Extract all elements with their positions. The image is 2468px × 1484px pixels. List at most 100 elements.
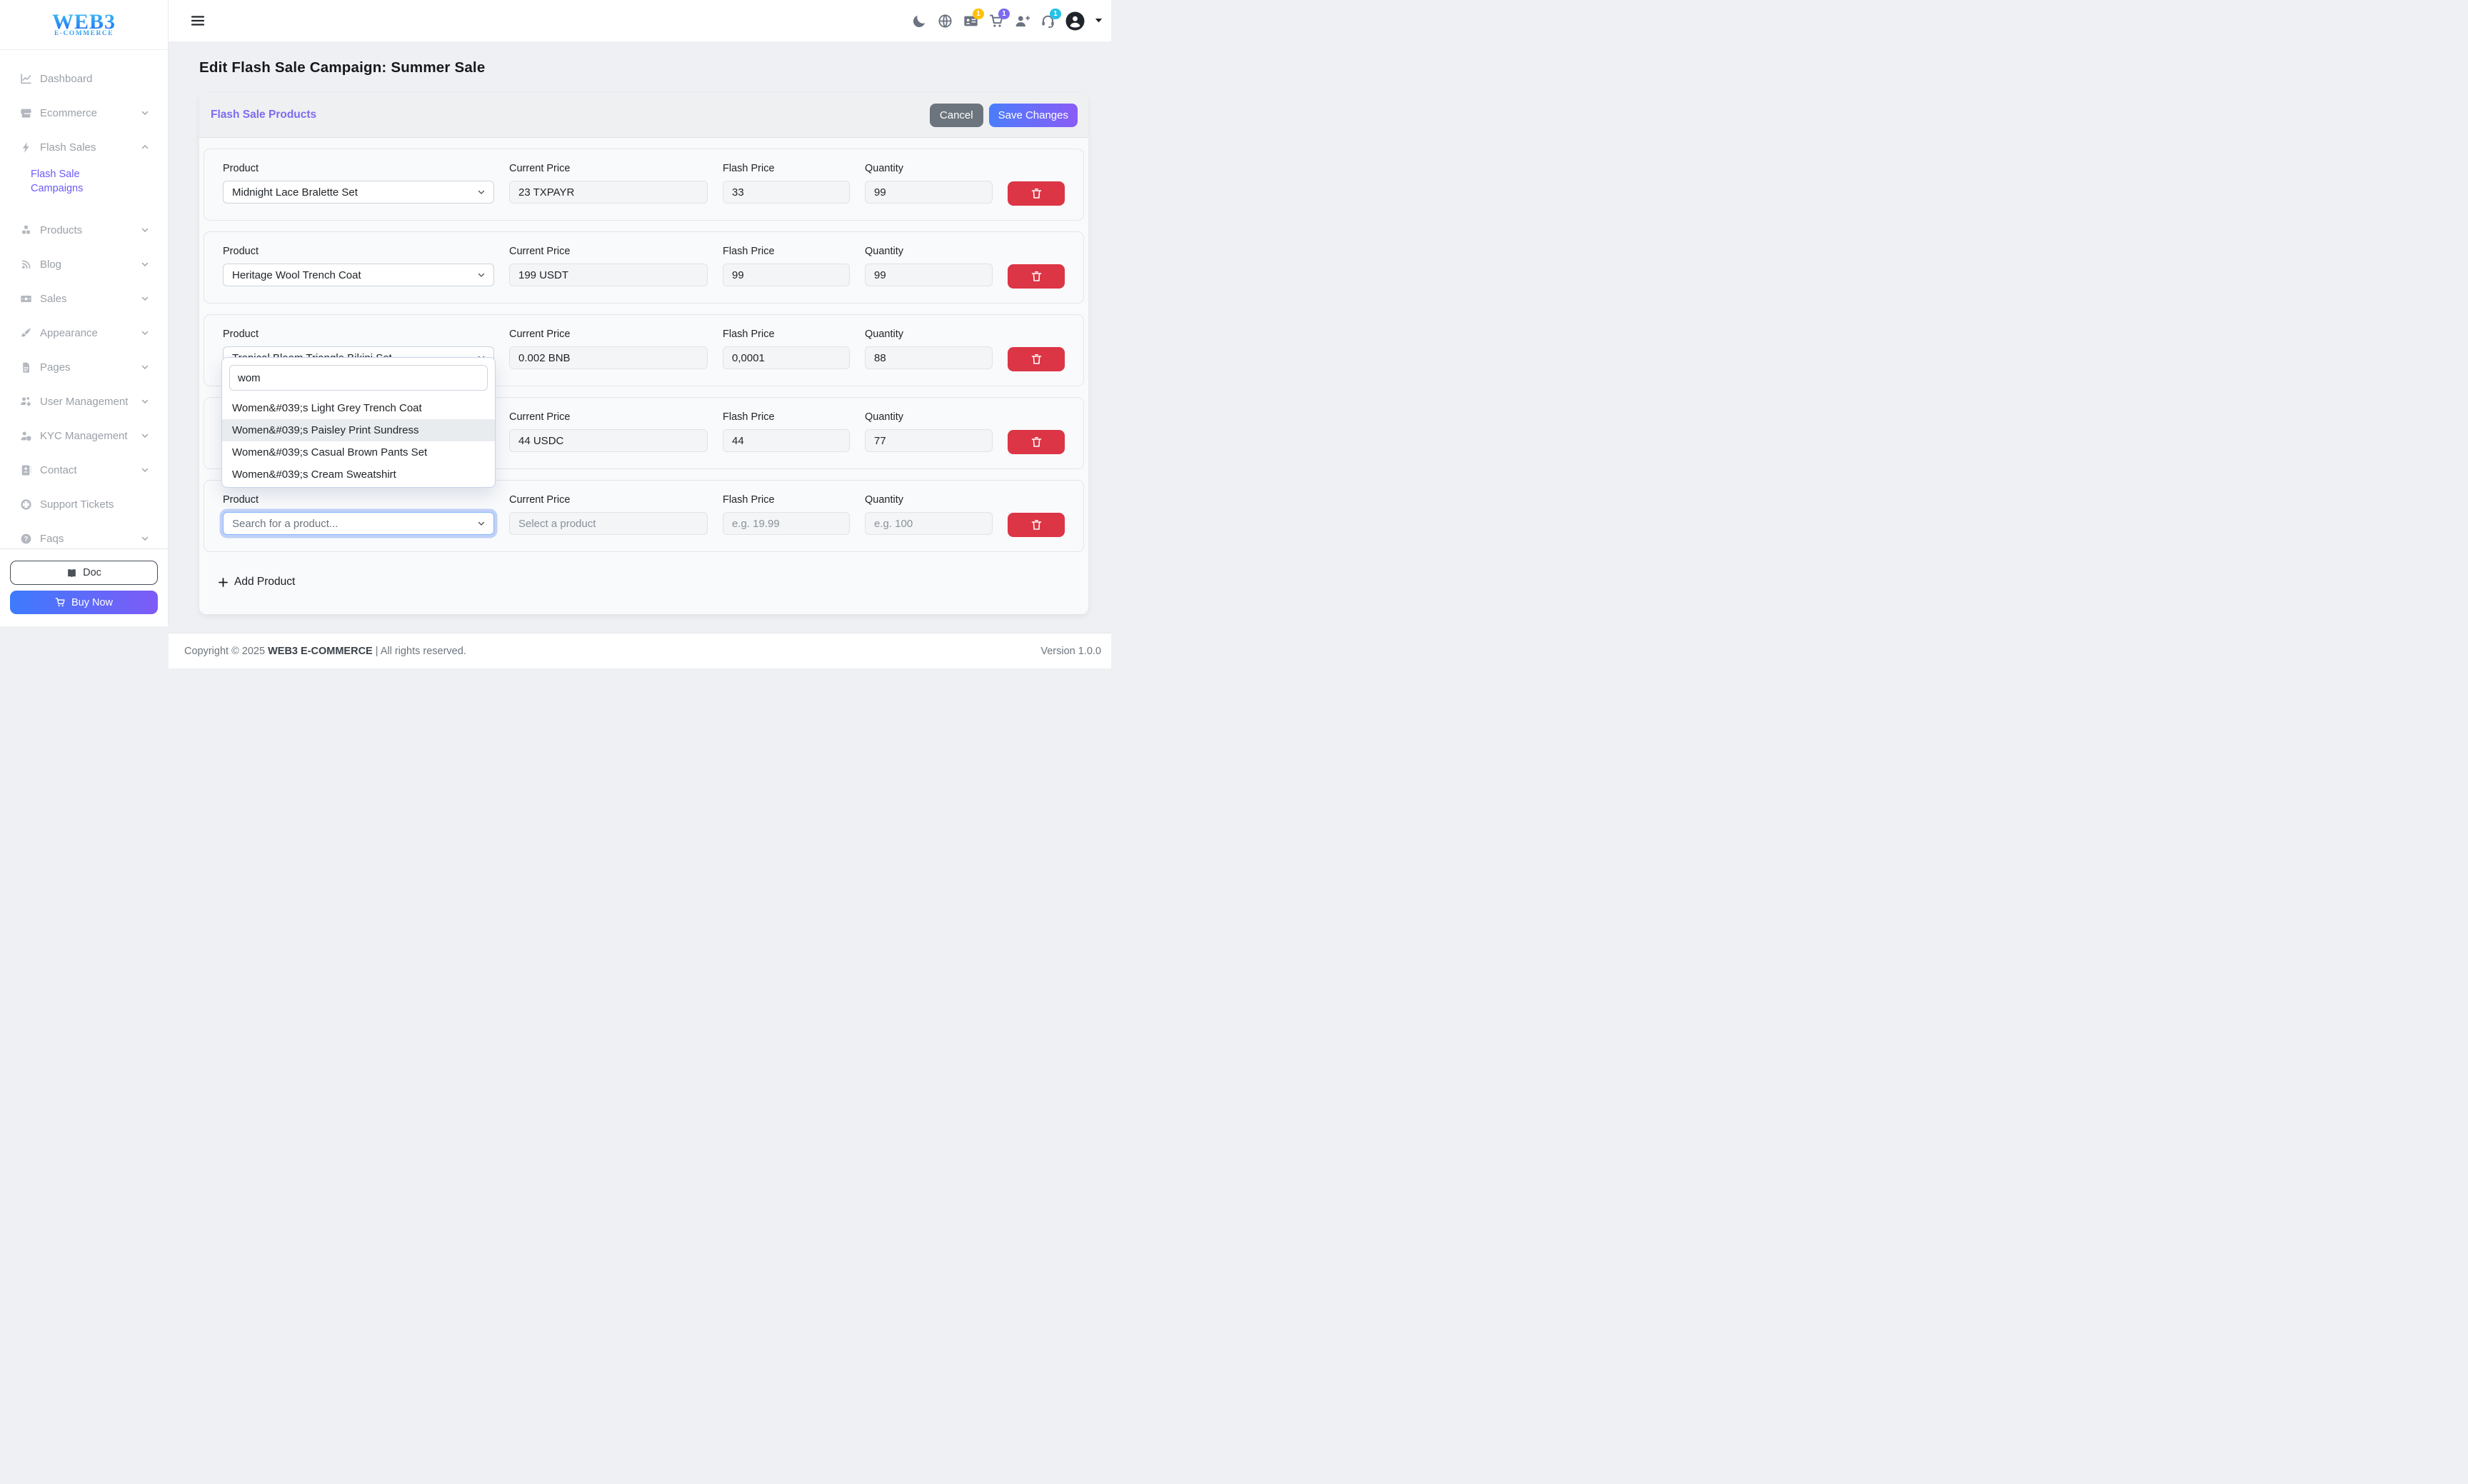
support-badge: 1 [1050,9,1061,19]
sidebar-item-dashboard[interactable]: Dashboard [0,61,168,96]
product-label: Product [223,246,494,257]
chevron-down-icon [141,363,149,371]
sidebar-item-flash-sale-campaigns[interactable]: Flash Sale Campaigns [0,164,168,213]
plus-icon [219,578,228,587]
brand-logo[interactable]: WEB3 E-COMMERCE [0,0,168,50]
chevron-down-icon [141,260,149,269]
sidebar-footer: Doc Buy Now [0,548,168,614]
add-user[interactable] [1014,13,1030,29]
delete-row-button[interactable] [1008,430,1065,454]
store-icon [20,107,32,119]
page-footer: Copyright © 2025 WEB3 E-COMMERCE | All r… [169,633,1111,668]
kyc-notifications[interactable]: 1 [963,13,978,29]
quantity-label: Quantity [865,246,993,257]
sidebar-item-label: Appearance [40,327,141,339]
chevron-down-icon [141,534,149,543]
product-select-placeholder: Search for a product... [232,518,338,530]
chevron-down-icon [141,226,149,234]
flash-price-input[interactable] [723,512,850,535]
cancel-button[interactable]: Cancel [930,104,983,127]
flash-price-input[interactable] [723,429,850,452]
delete-row-button[interactable] [1008,347,1065,371]
caret-down-icon[interactable] [1095,18,1103,24]
save-changes-button[interactable]: Save Changes [989,104,1078,127]
trash-icon [1031,436,1042,448]
sidebar-item-sales[interactable]: Sales [0,281,168,316]
card-header: Flash Sale Products Cancel Save Changes [199,93,1088,138]
sidebar-item-flash-sales[interactable]: Flash Sales [0,130,168,164]
buy-now-button-label: Buy Now [71,597,113,608]
sidebar-item-pages[interactable]: Pages [0,350,168,384]
sidebar-item-label: Support Tickets [40,498,149,511]
dropdown-option[interactable]: Women&#039;s Cream Sweatshirt [222,463,495,486]
flash-price-label: Flash Price [723,494,850,506]
dropdown-option[interactable]: Women&#039;s Casual Brown Pants Set [222,441,495,463]
support-notifications[interactable]: 1 [1040,13,1055,29]
delete-row-button[interactable] [1008,513,1065,537]
current-price-input[interactable] [509,181,708,204]
current-price-label: Current Price [509,411,708,423]
life-ring-icon [20,498,32,511]
product-search-dropdown: Women&#039;s Light Grey Trench Coat Wome… [221,357,496,488]
dropdown-option-highlighted[interactable]: Women&#039;s Paisley Print Sundress [222,419,495,441]
sidebar-item-user-management[interactable]: User Management [0,384,168,418]
current-price-input[interactable] [509,512,708,535]
add-product-button[interactable]: Add Product [219,576,295,588]
sidebar-item-blog[interactable]: Blog [0,247,168,281]
doc-button[interactable]: Doc [10,561,158,585]
language-selector[interactable] [937,13,953,29]
sidebar-item-faqs[interactable]: ? Faqs [0,521,168,548]
chevron-down-icon [477,188,486,196]
quantity-input[interactable] [865,512,993,535]
sidebar-item-support-tickets[interactable]: Support Tickets [0,487,168,521]
chevron-down-icon [477,519,486,528]
flash-price-label: Flash Price [723,246,850,257]
current-price-label: Current Price [509,494,708,506]
product-select[interactable]: Search for a product... [223,512,494,535]
chevron-down-icon [477,271,486,279]
quantity-input[interactable] [865,181,993,204]
product-label: Product [223,494,494,506]
card-body: Product Midnight Lace Bralette Set Curre… [199,138,1088,588]
user-avatar[interactable] [1065,11,1085,31]
user-shield-icon [20,430,32,442]
product-search-input[interactable] [229,365,488,391]
flash-price-input[interactable] [723,181,850,204]
current-price-input[interactable] [509,429,708,452]
bolt-icon [20,141,32,154]
delete-row-button[interactable] [1008,264,1065,289]
hamburger-menu-icon[interactable] [191,16,204,26]
buy-now-button[interactable]: Buy Now [10,591,158,614]
sidebar: WEB3 E-COMMERCE Dashboard Ecommerce Flas… [0,0,169,626]
current-price-input[interactable] [509,346,708,369]
quantity-input[interactable] [865,346,993,369]
sidebar-item-appearance[interactable]: Appearance [0,316,168,350]
current-price-input[interactable] [509,264,708,286]
svg-text:?: ? [24,535,29,543]
current-price-label: Current Price [509,163,708,174]
sidebar-item-kyc-management[interactable]: KYC Management [0,418,168,453]
current-price-label: Current Price [509,246,708,257]
question-circle-icon: ? [20,533,32,545]
sidebar-item-label: Sales [40,293,141,305]
quantity-input[interactable] [865,264,993,286]
flash-price-input[interactable] [723,264,850,286]
doc-button-label: Doc [83,567,101,578]
sidebar-item-ecommerce[interactable]: Ecommerce [0,96,168,130]
dark-mode-toggle[interactable] [911,13,927,29]
cart-notifications[interactable]: 1 [988,13,1004,29]
product-select[interactable]: Heritage Wool Trench Coat [223,264,494,286]
sidebar-item-contact[interactable]: Contact [0,453,168,487]
product-select[interactable]: Midnight Lace Bralette Set [223,181,494,204]
topbar: 1 1 1 [169,0,1111,41]
quantity-label: Quantity [865,329,993,340]
flash-price-input[interactable] [723,346,850,369]
copyright-text: Copyright © 2025 WEB3 E-COMMERCE | All r… [184,646,466,657]
quantity-input[interactable] [865,429,993,452]
sidebar-item-label: KYC Management [40,430,141,442]
sidebar-item-products[interactable]: Products [0,213,168,247]
dropdown-option[interactable]: Women&#039;s Light Grey Trench Coat [222,397,495,419]
flash-sale-products-card: Flash Sale Products Cancel Save Changes … [199,93,1088,614]
delete-row-button[interactable] [1008,181,1065,206]
chevron-down-icon [141,329,149,337]
